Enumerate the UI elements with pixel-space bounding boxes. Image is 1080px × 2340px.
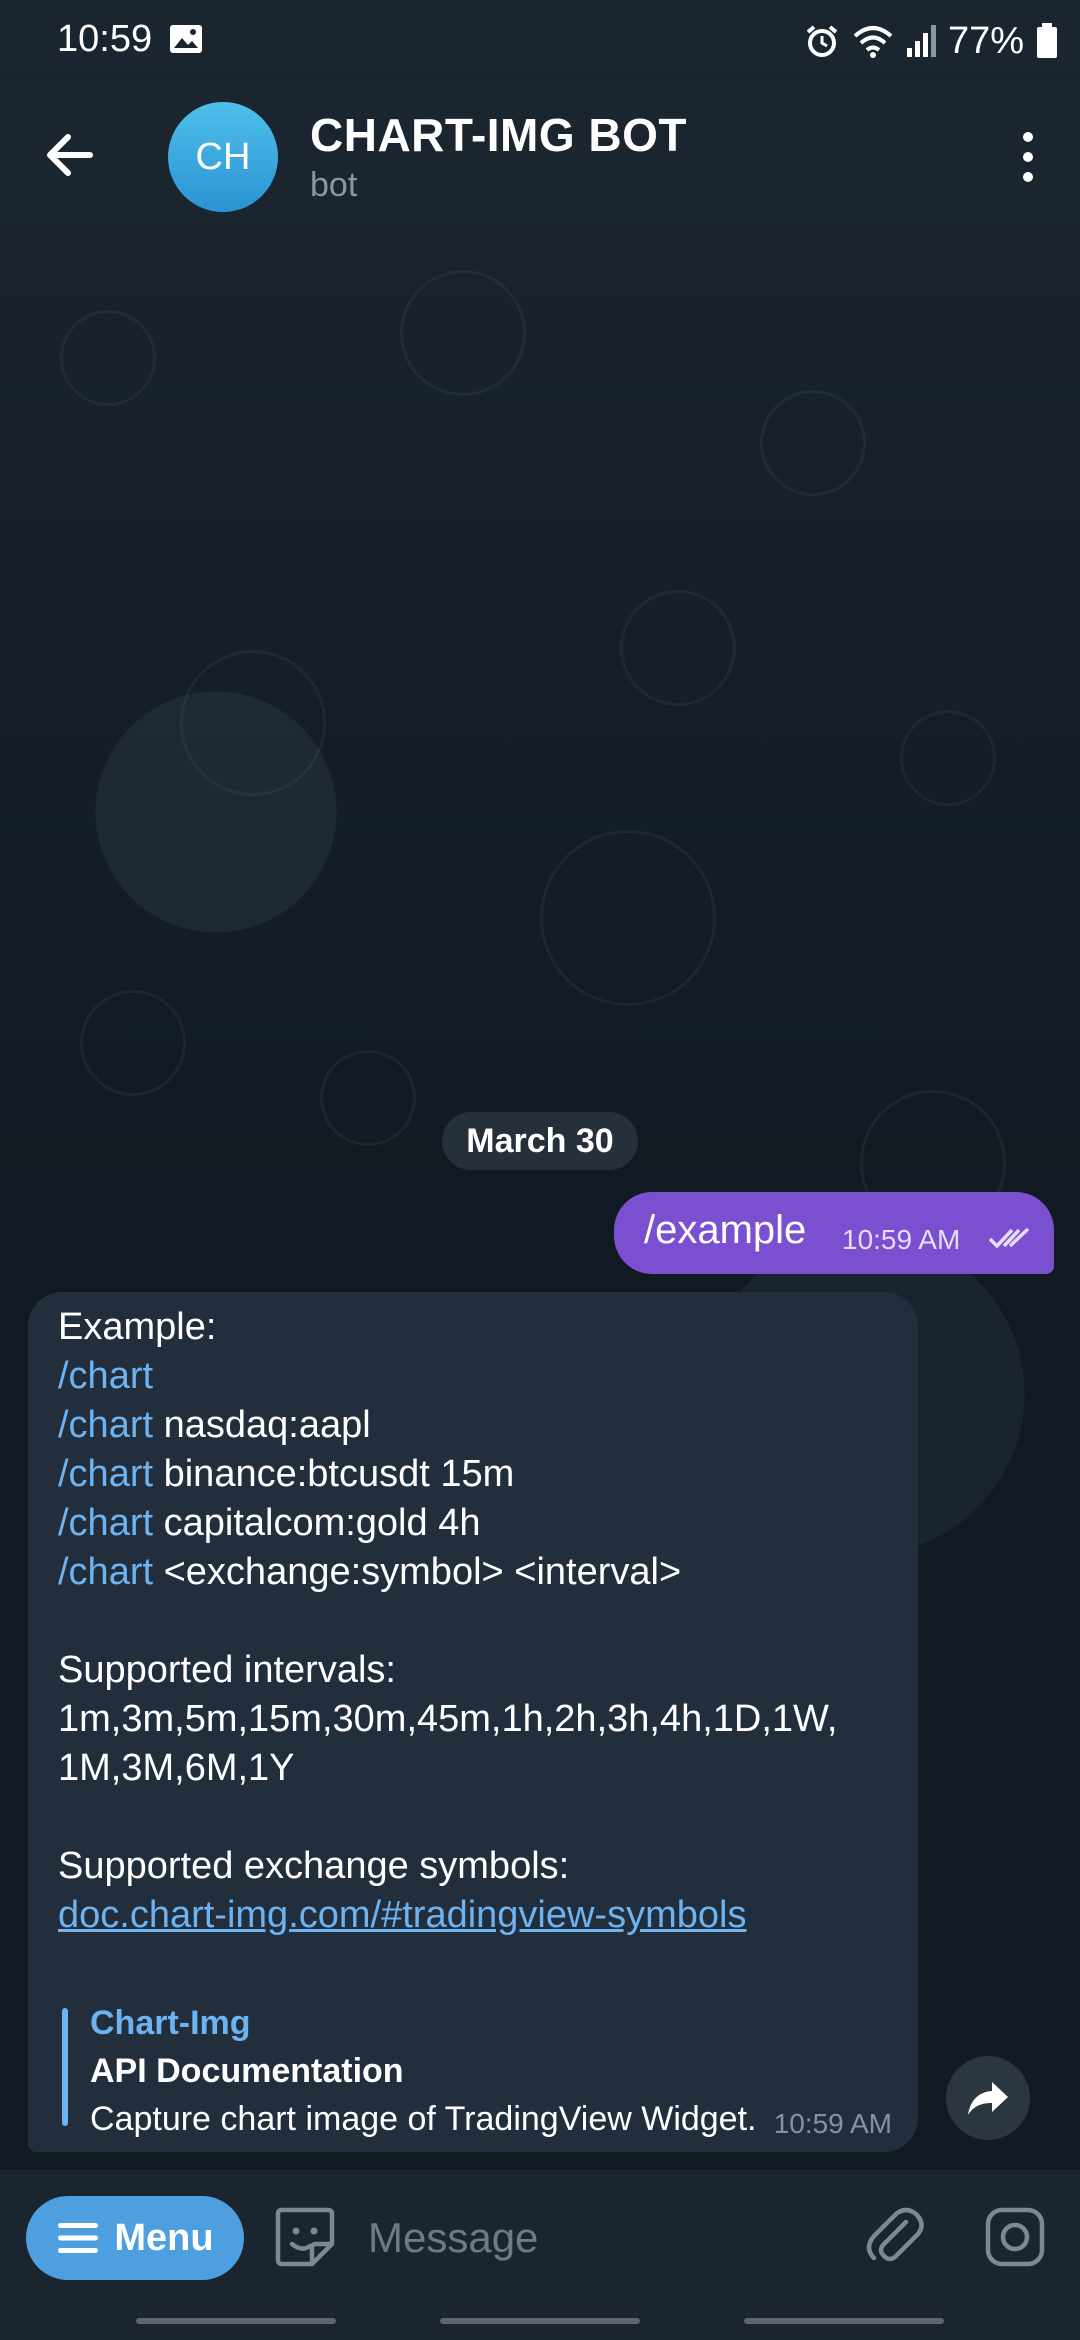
line-text: nasdaq:aapl: [153, 1404, 371, 1446]
system-nav-bar: [0, 2300, 1080, 2340]
date-separator: March 30: [442, 1112, 638, 1170]
sticker-icon[interactable]: [272, 2204, 338, 2270]
nav-handle-center[interactable]: [440, 2318, 640, 2324]
attach-icon[interactable]: [862, 2202, 928, 2268]
command-link[interactable]: /chart: [58, 1404, 153, 1446]
message-input-bar: Menu: [0, 2170, 1080, 2300]
link-preview-site[interactable]: Chart-Img: [90, 2004, 251, 2043]
message-line: /chart nasdaq:aapl: [58, 1404, 371, 1447]
image-icon: [170, 25, 202, 53]
avatar[interactable]: CH: [168, 102, 278, 212]
more-vert-icon[interactable]: [1016, 130, 1040, 184]
message-line: Example:: [58, 1306, 216, 1349]
link-preview-title[interactable]: API Documentation: [90, 2052, 404, 2091]
incoming-message[interactable]: Example: /chart /chart nasdaq:aapl /char…: [28, 1292, 918, 2152]
status-bar: 10:59 77%: [0, 0, 1080, 80]
message-line: /chart: [58, 1355, 153, 1398]
command-link[interactable]: /chart: [58, 1551, 153, 1593]
message-line: /chart binance:btcusdt 15m: [58, 1453, 514, 1496]
message-line: /chart capitalcom:gold 4h: [58, 1502, 480, 1545]
battery-percent: 77%: [947, 19, 1024, 62]
line-text: Example:: [58, 1306, 217, 1348]
alarm-icon: [806, 25, 838, 57]
line-text: binance:btcusdt 15m: [153, 1453, 515, 1495]
line-text: <exchange:symbol> <interval>: [153, 1551, 682, 1593]
wifi-icon: [853, 26, 893, 58]
intervals-list: 1m,3m,5m,15m,30m,45m,1h,2h,3h,4h,1D,1W,: [58, 1698, 838, 1740]
link-preview-bar: [62, 2008, 68, 2126]
menu-label: Menu: [114, 2216, 214, 2259]
intervals-label: Supported intervals:: [58, 1649, 396, 1691]
command-link[interactable]: /chart: [58, 1355, 153, 1397]
signal-icon: [906, 25, 936, 57]
message-line: /chart <exchange:symbol> <interval>: [58, 1551, 681, 1594]
outgoing-message-time: 10:59 AM: [842, 1224, 961, 1255]
chat-title[interactable]: CHART-IMG BOT: [310, 108, 687, 162]
command-link[interactable]: /chart: [58, 1453, 153, 1495]
camera-icon[interactable]: [984, 2206, 1046, 2268]
share-icon: [968, 2082, 1008, 2115]
intervals-list-cont: 1M,3M,6M,1Y: [58, 1747, 295, 1789]
share-button[interactable]: [946, 2056, 1030, 2140]
double-check-icon: [988, 1227, 1030, 1249]
outgoing-message[interactable]: /example 10:59 AM: [614, 1192, 1054, 1274]
chat-header: CH CHART-IMG BOT bot: [0, 80, 1080, 230]
nav-handle-right[interactable]: [744, 2318, 944, 2324]
bot-menu-button[interactable]: Menu: [26, 2196, 244, 2280]
outgoing-message-text: /example: [644, 1208, 807, 1252]
chat-subtitle: bot: [310, 166, 358, 204]
incoming-message-time: 10:59 AM: [773, 2108, 892, 2139]
status-icons: 77%: [804, 18, 1058, 64]
message-input[interactable]: [366, 2200, 830, 2276]
link-preview-description[interactable]: Capture chart image of TradingView Widge…: [90, 2100, 757, 2139]
back-arrow-icon[interactable]: [40, 125, 100, 185]
nav-handle-left[interactable]: [136, 2318, 336, 2324]
symbols-link[interactable]: doc.chart-img.com/#tradingview-symbols: [58, 1894, 746, 1937]
menu-lines-icon: [58, 2223, 99, 2253]
symbols-label: Supported exchange symbols:: [58, 1845, 570, 1887]
battery-icon: [1037, 23, 1057, 58]
command-link[interactable]: /chart: [58, 1502, 153, 1544]
line-text: capitalcom:gold 4h: [153, 1502, 481, 1544]
status-time: 10:59: [57, 18, 153, 60]
